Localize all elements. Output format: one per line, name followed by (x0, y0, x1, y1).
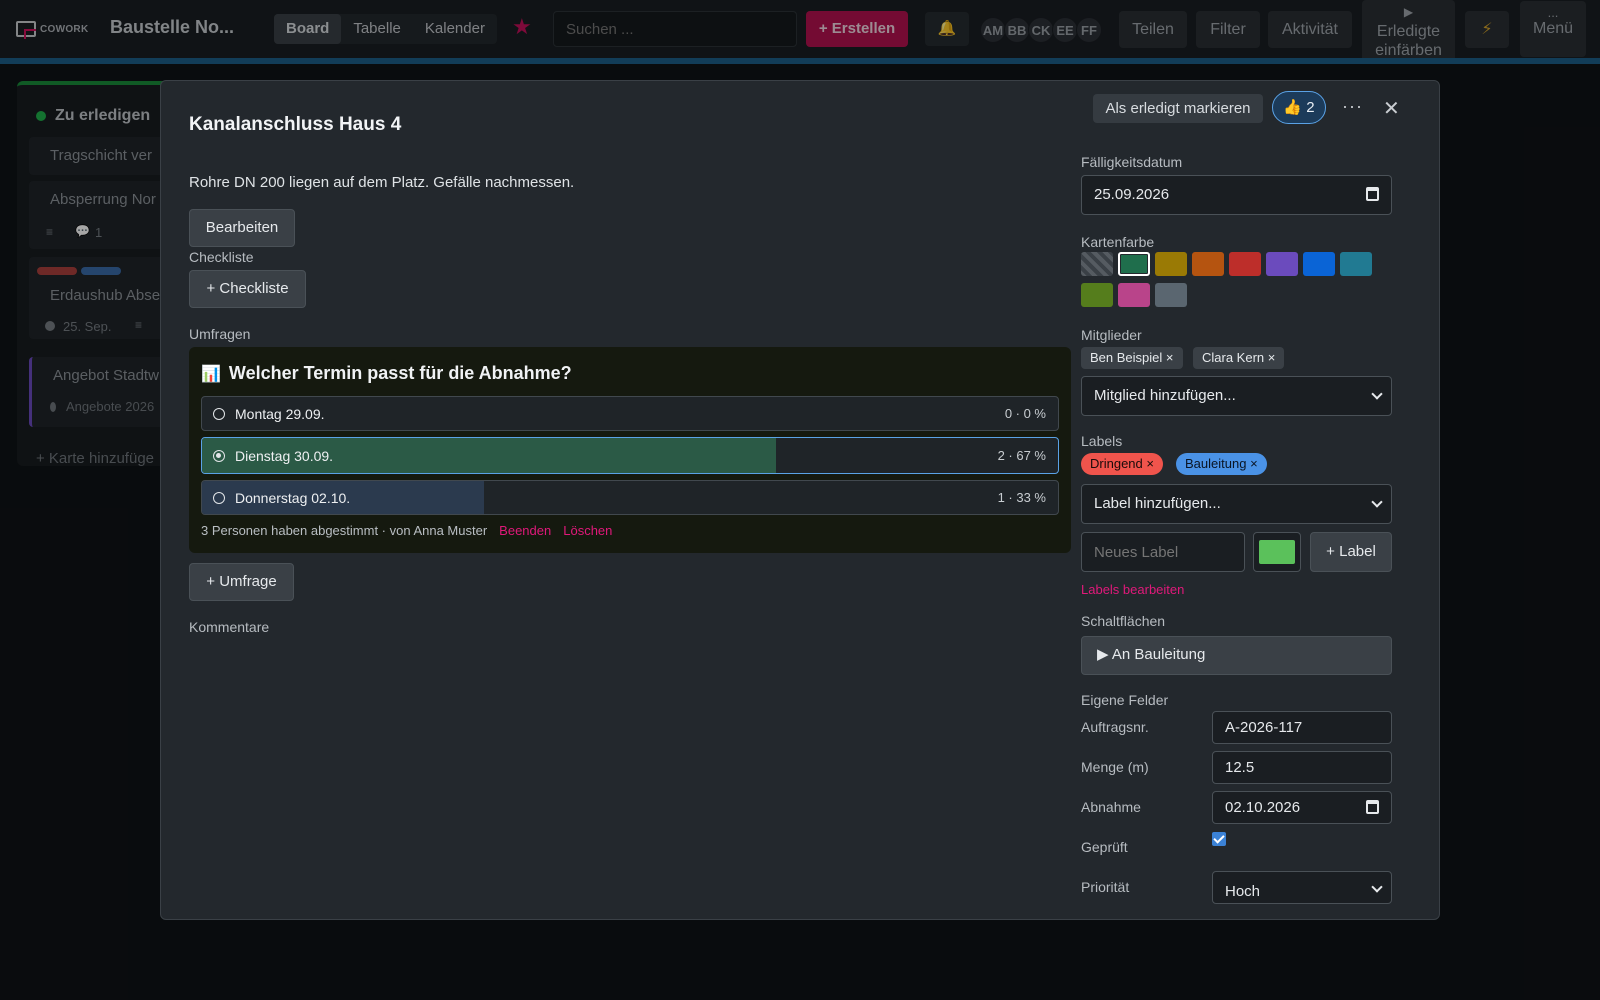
poll: 📊 Welcher Termin passt für die Abnahme? M… (189, 347, 1071, 553)
poll-option[interactable]: Montag 29.09. 0 · 0 % (201, 396, 1059, 431)
checked-checkbox[interactable] (1212, 832, 1226, 846)
label-color-picker[interactable] (1253, 532, 1301, 572)
card-description: Rohre DN 200 liegen auf dem Platz. Gefäl… (189, 174, 575, 191)
add-label-placeholder: Label hinzufügen... (1094, 495, 1221, 512)
poll-option-count: 0 · 0 % (1004, 406, 1046, 421)
color-swatch[interactable] (1155, 283, 1187, 307)
label-name: Bauleitung (1185, 456, 1247, 471)
acceptance-date-value: 02.10.2026 (1225, 799, 1301, 816)
field-label-checked: Geprüft (1081, 839, 1128, 855)
add-label-select[interactable]: Label hinzufügen... (1081, 484, 1392, 524)
remove-icon[interactable]: × (1166, 350, 1174, 365)
color-swatch[interactable] (1081, 252, 1113, 276)
member-name: Ben Beispiel (1090, 350, 1163, 365)
close-icon[interactable]: ✕ (1383, 96, 1400, 121)
radio-icon[interactable] (213, 408, 225, 420)
delete-poll-link[interactable]: Löschen (563, 523, 612, 538)
label-name: Dringend (1090, 456, 1143, 471)
add-member-placeholder: Mitglied hinzufügen... (1094, 387, 1236, 404)
calendar-icon[interactable] (1366, 187, 1379, 201)
labels-heading: Labels (1081, 433, 1123, 449)
like-button[interactable]: 👍 2 (1272, 91, 1326, 124)
member-name: Clara Kern (1202, 350, 1265, 365)
member-chip: Clara Kern × (1193, 347, 1285, 369)
new-label-input[interactable] (1081, 532, 1245, 572)
end-poll-link[interactable]: Beenden (499, 523, 551, 538)
members-heading: Mitglieder (1081, 327, 1142, 343)
mark-done-button[interactable]: Als erledigt markieren (1093, 94, 1263, 123)
due-date-heading: Fälligkeitsdatum (1081, 154, 1183, 170)
member-chip: Ben Beispiel × (1081, 347, 1183, 369)
chevron-down-icon (1371, 881, 1383, 893)
color-swatch[interactable] (1118, 252, 1150, 276)
card-title[interactable]: Kanalanschluss Haus 4 (189, 114, 401, 136)
like-count: 2 (1306, 99, 1315, 116)
poll-question: 📊 Welcher Termin passt für die Abnahme? (201, 363, 572, 384)
chevron-down-icon (1371, 388, 1383, 400)
color-swatch[interactable] (1155, 252, 1187, 276)
edit-labels-link[interactable]: Labels bearbeiten (1081, 582, 1184, 597)
color-swatch[interactable] (1229, 252, 1261, 276)
label-chip: Dringend × (1081, 453, 1163, 475)
color-swatch[interactable] (1340, 252, 1372, 276)
poll-option[interactable]: Donnerstag 02.10. 1 · 33 % (201, 480, 1059, 515)
color-swatch[interactable] (1081, 283, 1113, 307)
field-label-quantity: Menge (m) (1081, 759, 1149, 775)
poll-option-label: Donnerstag 02.10. (235, 490, 351, 506)
poll-footer-text: 3 Personen haben abgestimmt · von Anna M… (201, 523, 488, 538)
poll-question-text: Welcher Termin passt für die Abnahme? (228, 363, 572, 383)
poll-option-count: 1 · 33 % (997, 490, 1046, 505)
comments-heading: Kommentare (189, 619, 270, 635)
add-label-button[interactable]: + Label (1310, 532, 1392, 572)
label-chip: Bauleitung × (1176, 453, 1267, 475)
more-icon[interactable]: ··· (1342, 96, 1363, 117)
due-date-value: 25.09.2026 (1094, 186, 1170, 203)
color-swatch[interactable] (1303, 252, 1335, 276)
priority-select[interactable]: Hoch (1212, 871, 1392, 904)
poll-option[interactable]: Dienstag 30.09. 2 · 67 % (201, 437, 1059, 474)
label-color-preview (1259, 540, 1295, 564)
add-member-select[interactable]: Mitglied hinzufügen... (1081, 376, 1392, 416)
field-label-acceptance: Abnahme (1081, 799, 1141, 815)
add-poll-button[interactable]: + Umfrage (189, 563, 294, 601)
poll-option-label: Dienstag 30.09. (235, 448, 334, 464)
color-swatch[interactable] (1118, 283, 1150, 307)
due-date-input[interactable]: 25.09.2026 (1081, 175, 1392, 215)
field-label-order: Auftragsnr. (1081, 719, 1149, 735)
thumbs-up-icon: 👍 (1283, 99, 1303, 116)
card-color-heading: Kartenfarbe (1081, 234, 1155, 250)
chart-icon: 📊 (201, 366, 221, 383)
custom-fields-heading: Eigene Felder (1081, 692, 1169, 708)
poll-option-count: 2 · 67 % (997, 448, 1046, 463)
action-button-bauleitung[interactable]: ▶ An Bauleitung (1081, 636, 1392, 675)
card-detail-modal: Kanalanschluss Haus 4 Rohre DN 200 liege… (160, 80, 1440, 920)
add-checklist-button[interactable]: + Checkliste (189, 270, 306, 308)
remove-icon[interactable]: × (1250, 456, 1258, 471)
order-number-input[interactable]: A-2026-117 (1212, 711, 1392, 744)
poll-option-label: Montag 29.09. (235, 406, 325, 422)
remove-icon[interactable]: × (1146, 456, 1154, 471)
poll-footer: 3 Personen haben abgestimmt · von Anna M… (201, 523, 612, 538)
buttons-heading: Schaltflächen (1081, 613, 1166, 629)
calendar-icon[interactable] (1366, 800, 1379, 814)
polls-heading: Umfragen (189, 326, 251, 342)
edit-button[interactable]: Bearbeiten (189, 209, 295, 247)
color-swatch[interactable] (1192, 252, 1224, 276)
field-label-priority: Priorität (1081, 879, 1130, 895)
acceptance-date-input[interactable]: 02.10.2026 (1212, 791, 1392, 824)
radio-icon[interactable] (213, 492, 225, 504)
priority-value: Hoch (1225, 883, 1261, 900)
radio-icon[interactable] (213, 450, 225, 462)
remove-icon[interactable]: × (1268, 350, 1276, 365)
chevron-down-icon (1371, 496, 1383, 508)
color-swatch[interactable] (1266, 252, 1298, 276)
quantity-input[interactable]: 12.5 (1212, 751, 1392, 784)
checklist-heading: Checkliste (189, 249, 254, 265)
